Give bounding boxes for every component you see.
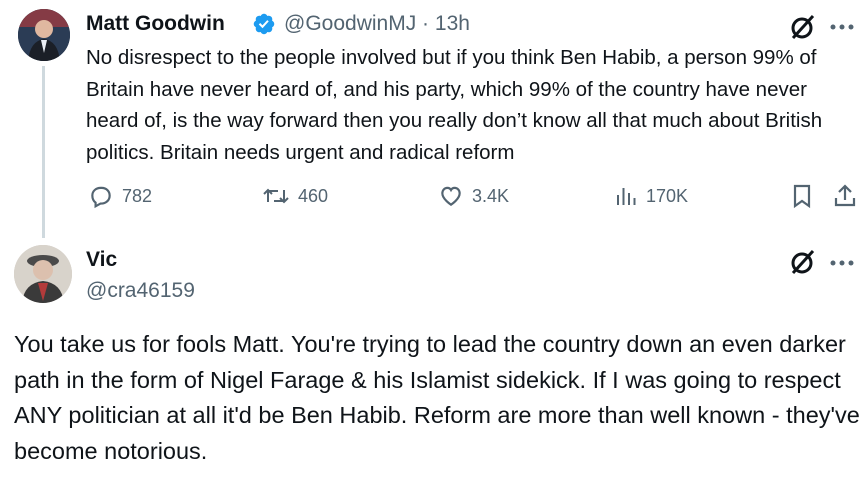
like-icon [441, 186, 461, 206]
repost-icon [263, 188, 289, 204]
more-icon[interactable] [826, 248, 858, 278]
reply-author-handle[interactable]: @cra46159 [86, 279, 195, 303]
verified-badge-icon [253, 13, 275, 35]
reply-author-name[interactable]: Vic [86, 248, 117, 272]
bookmark-icon[interactable] [788, 182, 816, 210]
grok-icon[interactable] [786, 245, 820, 279]
like-count: 3.4K [472, 185, 510, 206]
author-name[interactable]: Matt Goodwin [86, 12, 225, 36]
views-count: 170K [646, 185, 689, 206]
timestamp[interactable]: 13h [435, 12, 470, 35]
reply-count: 782 [122, 185, 153, 206]
reply-button[interactable]: 782 [88, 180, 152, 212]
grok-icon[interactable] [786, 10, 820, 44]
repost-count: 460 [298, 185, 329, 206]
views-icon [617, 188, 636, 205]
reply-text: You take us for fools Matt. You're tryin… [14, 331, 860, 464]
tweet-text: No disrespect to the people involved but… [86, 46, 823, 164]
share-icon[interactable] [830, 182, 860, 210]
separator: · [422, 12, 430, 35]
repost-button[interactable]: 460 [262, 180, 328, 212]
more-icon[interactable] [826, 12, 858, 42]
author-handle[interactable]: @GoodwinMJ [284, 12, 416, 35]
avatar[interactable] [14, 245, 72, 303]
views-button[interactable]: 170K [614, 180, 688, 212]
avatar[interactable] [18, 9, 70, 61]
like-button[interactable]: 3.4K [438, 180, 509, 212]
reply-icon [91, 186, 111, 209]
thread-line [42, 66, 45, 238]
